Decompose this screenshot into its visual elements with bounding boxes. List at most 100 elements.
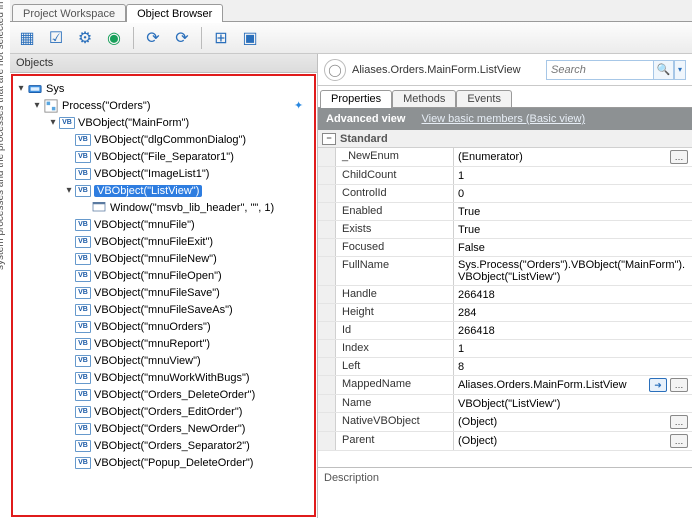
property-value-cell[interactable]: True: [454, 221, 692, 238]
property-value-cell[interactable]: VBObject("ListView"): [454, 395, 692, 412]
property-group-header[interactable]: − Standard: [318, 130, 692, 148]
ellipsis-button[interactable]: …: [670, 434, 688, 448]
tab-events[interactable]: Events: [456, 90, 512, 107]
property-name: MappedName: [336, 376, 454, 394]
expand-toggle[interactable]: ▾: [63, 185, 75, 196]
navigate-button[interactable]: ➜: [649, 378, 667, 392]
property-row[interactable]: ExistsTrue: [318, 221, 692, 239]
refresh-button[interactable]: ⟳: [140, 25, 166, 51]
expand-toggle[interactable]: ▾: [31, 100, 43, 111]
property-row[interactable]: Parent(Object)…: [318, 432, 692, 451]
switch-basic-view-link[interactable]: View basic members (Basic view): [421, 113, 585, 125]
property-row[interactable]: Handle266418: [318, 286, 692, 304]
store-object-button[interactable]: ▣: [237, 25, 263, 51]
tab-object-browser[interactable]: Object Browser: [126, 4, 223, 22]
tree-node[interactable]: VBVBObject("Orders_EditOrder"): [15, 403, 312, 420]
property-value-cell[interactable]: True: [454, 203, 692, 220]
ellipsis-button[interactable]: …: [670, 150, 688, 164]
property-row[interactable]: FullNameSys.Process("Orders").VBObject("…: [318, 257, 692, 286]
property-row[interactable]: Index1: [318, 340, 692, 358]
tree-node[interactable]: VBVBObject("Orders_Separator2"): [15, 437, 312, 454]
property-row[interactable]: Height284: [318, 304, 692, 322]
property-value-cell[interactable]: (Object)…: [454, 413, 692, 431]
property-value-cell[interactable]: 266418: [454, 286, 692, 303]
settings-button[interactable]: ⚙: [72, 25, 98, 51]
tree-node-selected[interactable]: ▾ VB VBObject("ListView"): [15, 182, 312, 199]
property-row[interactable]: Id266418: [318, 322, 692, 340]
property-row[interactable]: Name VBObject("ListView"): [318, 395, 692, 413]
tree-node[interactable]: VBVBObject("mnuReport"): [15, 335, 312, 352]
map-object-button[interactable]: ⊞: [208, 25, 234, 51]
property-name: ControlId: [336, 185, 454, 202]
tab-project-workspace[interactable]: Project Workspace: [12, 4, 126, 22]
property-value-cell[interactable]: (Enumerator)…: [454, 148, 692, 166]
tree-node[interactable]: VBVBObject("Popup_DeleteOrder"): [15, 454, 312, 471]
tree-node[interactable]: VBVBObject("mnuFileSaveAs"): [15, 301, 312, 318]
search-dropdown-button[interactable]: ▾: [674, 60, 686, 80]
property-value-cell[interactable]: (Object)…: [454, 432, 692, 450]
property-value-cell[interactable]: False: [454, 239, 692, 256]
property-row[interactable]: EnabledTrue: [318, 203, 692, 221]
vb-icon: VB: [75, 372, 91, 384]
description-label: Description: [324, 472, 379, 484]
tree-node[interactable]: VBVBObject("mnuOrders"): [15, 318, 312, 335]
property-value-cell[interactable]: Aliases.Orders.MainForm.ListView➜…: [454, 376, 692, 394]
expand-toggle[interactable]: ▾: [15, 83, 27, 94]
property-value-cell[interactable]: 1: [454, 340, 692, 357]
property-row[interactable]: ControlId0: [318, 185, 692, 203]
tree-node[interactable]: VBVBObject("dlgCommonDialog"): [15, 131, 312, 148]
property-value-cell[interactable]: 8: [454, 358, 692, 375]
property-value-cell[interactable]: 266418: [454, 322, 692, 339]
tree-node[interactable]: VBVBObject("Orders_DeleteOrder"): [15, 386, 312, 403]
property-value-cell[interactable]: 1: [454, 167, 692, 184]
collapse-toggle[interactable]: −: [322, 133, 336, 145]
property-row[interactable]: Left8: [318, 358, 692, 376]
search-input[interactable]: [546, 60, 654, 80]
row-gutter: [318, 322, 336, 339]
tree-node[interactable]: VBVBObject("mnuWorkWithBugs"): [15, 369, 312, 386]
property-row[interactable]: FocusedFalse: [318, 239, 692, 257]
filter-processes-button[interactable]: ▦: [14, 25, 40, 51]
property-value-cell[interactable]: 284: [454, 304, 692, 321]
tab-properties[interactable]: Properties: [320, 90, 392, 107]
property-value: VBObject("ListView"): [458, 398, 688, 410]
object-icon: ◯: [324, 59, 346, 81]
tree-node[interactable]: VBVBObject("File_Separator1"): [15, 148, 312, 165]
tree-node[interactable]: VBVBObject("mnuFileNew"): [15, 250, 312, 267]
tree-node[interactable]: VBVBObject("mnuFileOpen"): [15, 267, 312, 284]
show-tested-apps-button[interactable]: ☑: [43, 25, 69, 51]
tree-node[interactable]: VBVBObject("mnuFileExit"): [15, 233, 312, 250]
property-row[interactable]: _NewEnum(Enumerator)…: [318, 148, 692, 167]
tree-node[interactable]: VBVBObject("ImageList1"): [15, 165, 312, 182]
highlight-on-screen-button[interactable]: ◉: [101, 25, 127, 51]
tree-node[interactable]: VBVBObject("mnuView"): [15, 352, 312, 369]
search-button[interactable]: 🔍: [654, 60, 674, 80]
tree-node[interactable]: VBVBObject("mnuFileSave"): [15, 284, 312, 301]
property-grid[interactable]: − Standard _NewEnum(Enumerator)…ChildCou…: [318, 130, 692, 468]
tree-node[interactable]: Window("msvb_lib_header", "", 1): [15, 199, 312, 216]
property-name: Name: [336, 395, 454, 412]
expand-toggle[interactable]: ▾: [47, 117, 59, 128]
object-tree[interactable]: ▾ Sys ▾ Process("Orders") ✦: [11, 74, 316, 517]
property-row[interactable]: NativeVBObject(Object)…: [318, 413, 692, 432]
refresh-all-button[interactable]: ⟳: [169, 25, 195, 51]
tree-node-label: VBObject("mnuOrders"): [94, 321, 211, 333]
vb-icon: VB: [75, 287, 91, 299]
view-mode-bar: Advanced view View basic members (Basic …: [318, 108, 692, 130]
property-value: (Object): [458, 435, 667, 447]
property-value: (Object): [458, 416, 667, 428]
property-name: _NewEnum: [336, 148, 454, 166]
tab-methods[interactable]: Methods: [392, 90, 456, 107]
tree-node[interactable]: VBVBObject("mnuFile"): [15, 216, 312, 233]
row-gutter: [318, 148, 336, 166]
ellipsis-button[interactable]: …: [670, 378, 688, 392]
property-row[interactable]: MappedNameAliases.Orders.MainForm.ListVi…: [318, 376, 692, 395]
property-value-cell[interactable]: Sys.Process("Orders").VBObject("MainForm…: [454, 257, 692, 285]
tree-node-label: VBObject("Orders_EditOrder"): [94, 406, 242, 418]
tree-node[interactable]: VBVBObject("Orders_NewOrder"): [15, 420, 312, 437]
window-icon: [91, 201, 107, 215]
property-value-cell[interactable]: 0: [454, 185, 692, 202]
property-row[interactable]: ChildCount1: [318, 167, 692, 185]
row-gutter: [318, 257, 336, 285]
ellipsis-button[interactable]: …: [670, 415, 688, 429]
